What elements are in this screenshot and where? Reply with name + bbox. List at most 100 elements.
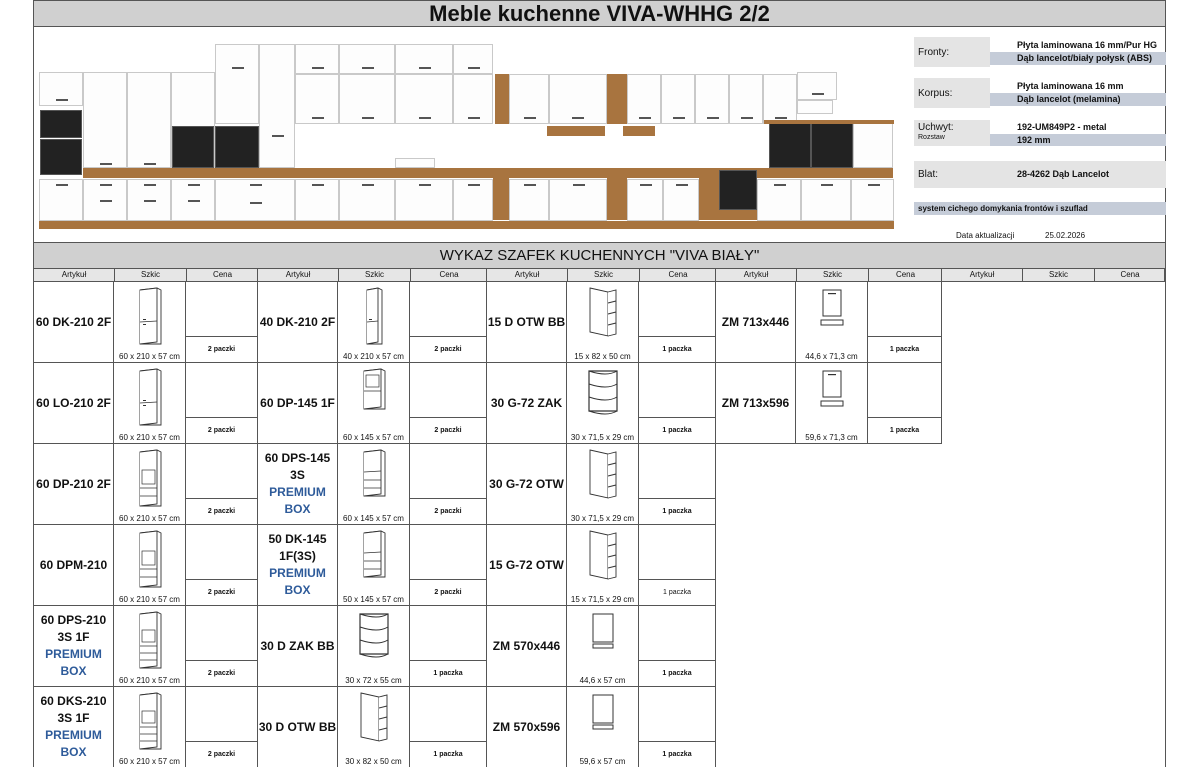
catalog-item: ZM 713x596 59,6 x 71,3 cm 1 paczka	[716, 363, 942, 444]
item-price: 2 paczki	[186, 525, 257, 605]
base-cabinet	[509, 179, 549, 221]
item-premium-label: BOX	[284, 583, 311, 597]
handle	[867, 184, 880, 186]
item-sketch: 30 x 72 x 55 cm	[338, 606, 410, 686]
oven	[40, 139, 82, 175]
item-dimensions: 30 x 71,5 x 29 cm	[570, 433, 635, 442]
tall-cabinet	[83, 72, 127, 168]
item-sketch: 59,6 x 57 cm	[567, 687, 639, 767]
tall-cabinet-icon	[139, 287, 161, 345]
catalog-item: 30 D OTW BB 30 x 82 x 50 cm 1 paczka	[258, 687, 487, 767]
item-name-line: 3S 1F	[57, 630, 90, 644]
item-sketch: 60 x 145 x 57 cm	[338, 444, 410, 524]
spec-korpus-value-2: Dąb lancelot (melamina)	[990, 93, 1166, 106]
item-price: 1 paczka	[639, 606, 715, 686]
item-packages: 1 paczka	[639, 336, 715, 362]
spec-korpus-value-1: Płyta laminowana 16 mm	[1017, 81, 1124, 91]
base-cabinet	[127, 179, 171, 221]
list-title: WYKAZ SZAFEK KUCHENNYCH "VIVA BIAŁY"	[34, 242, 1165, 268]
open-shelf-icon	[360, 692, 387, 742]
wall-cabinet	[661, 74, 695, 124]
item-sketch: 60 x 210 x 57 cm	[114, 282, 186, 362]
item-name: 60 DK-210 2F	[34, 282, 114, 362]
base-cabinet	[295, 179, 339, 221]
spec-korpus: Korpus: Płyta laminowana 16 mm Dąb lance…	[914, 78, 1166, 108]
handle	[468, 67, 480, 69]
column-header-group: Artykuł Szkic Cena	[34, 268, 258, 282]
base-cabinet	[171, 179, 215, 221]
item-price: 2 paczki	[410, 525, 486, 605]
item-sketch: 15 x 82 x 50 cm	[567, 282, 639, 362]
item-price: 2 paczki	[186, 444, 257, 524]
column-header-artykul: Artykuł	[743, 270, 769, 279]
item-name-line: 15 G-72 OTW	[489, 557, 564, 572]
catalog-item: 30 G-72 OTW 30 x 71,5 x 29 cm 1 paczka	[487, 444, 716, 525]
item-packages: 1 paczka	[868, 336, 941, 362]
item-dimensions: 59,6 x 71,3 cm	[805, 433, 858, 442]
catalog-sheet: Meble kuchenne VIVA-WHHG 2/2 Fronty: Pły…	[33, 0, 1166, 767]
handle	[100, 163, 112, 165]
item-name-line: ZM 570x446	[492, 638, 561, 653]
column-header-szkic: Szkic	[796, 269, 868, 281]
base-cabinet	[801, 179, 851, 221]
shelf-board	[623, 126, 655, 136]
handle	[144, 200, 156, 202]
item-name-line: 60 LO-210 2F	[36, 395, 111, 410]
item-name: 50 DK-145 1F(3S) PREMIUM BOX	[258, 525, 338, 605]
handle	[673, 117, 685, 119]
item-name: 60 LO-210 2F	[34, 363, 114, 443]
handle	[821, 184, 833, 186]
item-name-line: 3S 1F	[57, 711, 90, 725]
item-price: 1 paczka	[868, 363, 941, 443]
wall-cabinet	[453, 44, 493, 74]
base-cabinet	[663, 179, 699, 221]
handle	[639, 117, 651, 119]
base-cabinet	[339, 179, 395, 221]
oven-cabinet-icon	[363, 368, 385, 410]
item-price: 1 paczka	[868, 282, 941, 362]
item-price: 1 paczka	[639, 525, 715, 605]
handle	[56, 184, 68, 186]
base-cabinet	[215, 179, 295, 221]
item-premium-label: PREMIUM	[269, 566, 326, 580]
item-sketch: 60 x 210 x 57 cm	[114, 525, 186, 605]
item-dimensions: 40 x 210 x 57 cm	[343, 352, 404, 361]
spec-uchwyt: Uchwyt: Rozstaw 192-UM849P2 - metal 192 …	[914, 120, 1166, 148]
item-name-line: 30 D ZAK BB	[260, 638, 335, 653]
tall-drawer-cabinet-icon	[139, 692, 161, 750]
oven	[769, 122, 811, 168]
item-name-line: 50 DK-145	[268, 532, 327, 546]
handle	[188, 184, 200, 186]
open-shelf	[493, 170, 509, 220]
item-name-line: 30 D OTW BB	[258, 719, 337, 734]
handle	[188, 200, 200, 202]
item-dimensions: 30 x 72 x 55 cm	[345, 676, 402, 685]
spec-uchwyt-label: Uchwyt:	[914, 120, 990, 134]
item-name: ZM 570x596	[487, 687, 567, 767]
handle	[741, 117, 753, 119]
dishwasher-front-icon	[820, 289, 843, 326]
catalog-item: 40 DK-210 2F 40 x 210 x 57 cm 2 paczki	[258, 282, 487, 363]
item-packages: 2 paczki	[186, 336, 257, 362]
wall-cabinet	[729, 74, 763, 124]
drawer-cabinet-icon	[363, 449, 385, 497]
update-date-value: 25.02.2026	[1045, 231, 1086, 240]
cabinet	[39, 179, 83, 221]
open-shelf	[699, 170, 719, 220]
item-premium-label: BOX	[60, 745, 87, 759]
item-name: ZM 713x596	[716, 363, 796, 443]
catalog-item: 60 DPS-210 3S 1F PREMIUM BOX 60 x 210 x 57 c…	[34, 606, 258, 687]
item-name-line: 30 G-72 ZAK	[490, 395, 563, 410]
item-name: 60 DPM-210	[34, 525, 114, 605]
item-sketch: 60 x 145 x 57 cm	[338, 363, 410, 443]
handle	[573, 184, 585, 186]
catalog-item: 50 DK-145 1F(3S) PREMIUM BOX 50 x 145 x 57 c…	[258, 525, 487, 606]
column-header-artykul: Artykuł	[285, 270, 311, 279]
item-name-line: 60 DK-210 2F	[35, 314, 112, 329]
column-header-group: Artykuł Szkic Cena	[716, 268, 942, 282]
column-header-cena: Cena	[868, 269, 942, 281]
item-dimensions: 60 x 145 x 57 cm	[343, 514, 404, 523]
spec-rozstaw-label: Rozstaw	[914, 134, 990, 146]
kitchen-illustration	[39, 42, 894, 232]
item-name: 60 DPS-145 3S PREMIUM BOX	[258, 444, 338, 524]
